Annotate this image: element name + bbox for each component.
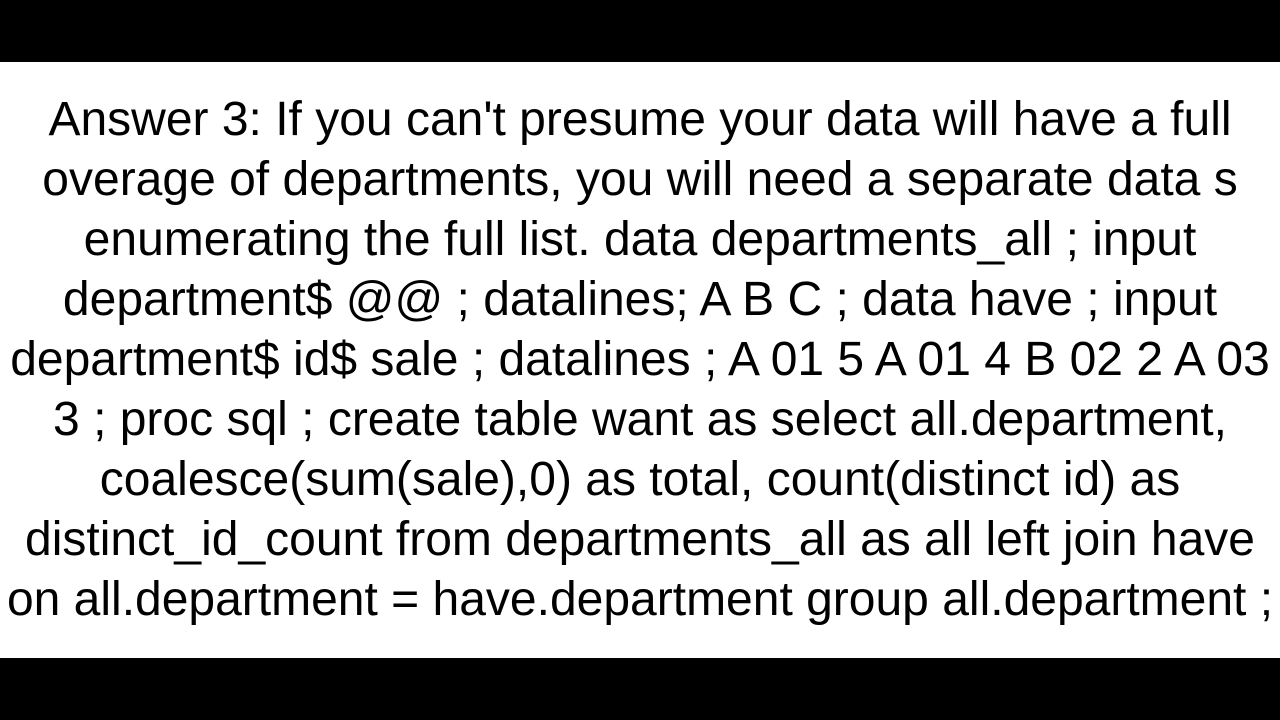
content-area: Answer 3: If you can't presume your data… [0, 62, 1280, 658]
answer-text: Answer 3: If you can't presume your data… [0, 90, 1280, 630]
letterbox-top [0, 0, 1280, 62]
letterbox-bottom [0, 658, 1280, 720]
